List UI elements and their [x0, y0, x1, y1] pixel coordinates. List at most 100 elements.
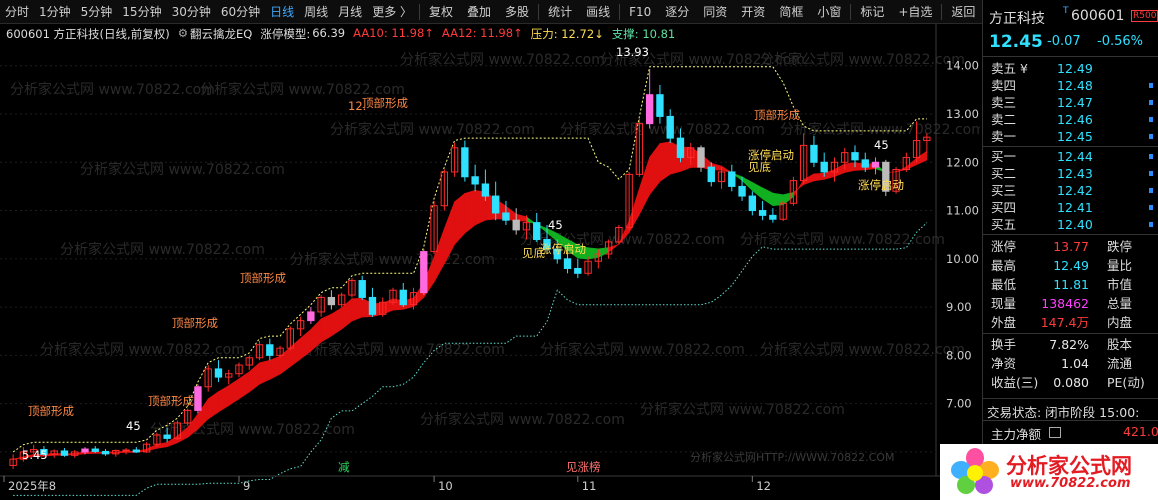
ask-label: 卖二 [991, 112, 1017, 127]
volume-bar [1149, 100, 1153, 105]
indicator-gear-icon[interactable]: ⚙ [178, 26, 188, 42]
candle [656, 85, 664, 124]
net-flow-label: 主力净额 [991, 427, 1042, 442]
toolbar-item-16[interactable]: 逐分 [658, 0, 696, 24]
candle-body [738, 185, 746, 197]
stat-value: 11.81 [1053, 277, 1089, 292]
y-tick-label: 8.00 [946, 348, 972, 362]
r500-badge: R500 [1131, 10, 1158, 22]
y-tick-label: 10.00 [946, 252, 979, 266]
watermark-text: 分析家公式网 www.70822.com [330, 121, 535, 138]
toolbar-item-13[interactable]: 统计 [541, 0, 579, 24]
stock-code: 600601 [1071, 8, 1125, 24]
toolbar-item-11[interactable]: 叠加 [460, 0, 498, 24]
model-value: 66.39 [312, 26, 346, 40]
kline-chart[interactable]: 分析家公式网 www.70822.com 分析家公式网 www.70822.com… [0, 24, 980, 500]
candle-body [60, 450, 69, 456]
toolbar-item-8[interactable]: 月线 [333, 0, 367, 24]
stat-value: 12.49 [1053, 258, 1089, 273]
toolbar-item-22[interactable]: +自选 [891, 0, 939, 24]
toolbar-item-4[interactable]: 30分钟 [167, 0, 216, 24]
stat-row: 涨停 13.77 跌停 [983, 237, 1158, 256]
candle-body [533, 222, 541, 241]
toolbar-item-18[interactable]: 开资 [734, 0, 772, 24]
bid-row[interactable]: 买三 12.42 [983, 182, 1158, 199]
toolbar-item-7[interactable]: 周线 [299, 0, 333, 24]
ask-row[interactable]: 卖一 12.45 [983, 128, 1158, 145]
stat-row: 外盘 147.4万 内盘 [983, 313, 1158, 332]
bid-price: 12.41 [1057, 200, 1093, 215]
annotation-label: 见底 [522, 246, 545, 260]
ma-ribbon-segment [587, 247, 599, 260]
indicator-name[interactable]: 翻云擒龙EQ [190, 26, 252, 42]
toolbar-item-23[interactable]: 返回 [944, 0, 982, 24]
candle-body [851, 152, 859, 161]
ma-ribbon-segment [238, 371, 250, 400]
toolbar-item-15[interactable]: F10 [622, 0, 658, 24]
annotation-label: 45 [126, 419, 141, 433]
annotation-label: 见涨榜 [566, 460, 601, 474]
stat-label: 外盘 [991, 315, 1017, 330]
bid-row[interactable]: 买二 12.43 [983, 165, 1158, 182]
toolbar-item-1[interactable]: 1分钟 [34, 0, 76, 24]
candle-body [307, 311, 315, 322]
candle [245, 355, 253, 370]
toolbar-item-21[interactable]: 标记 [853, 0, 891, 24]
bid-price: 12.43 [1057, 166, 1093, 181]
candle [358, 275, 366, 300]
toolbar-item-14[interactable]: 画线 [579, 0, 617, 24]
toolbar-item-10[interactable]: 复权 [422, 0, 460, 24]
watermark-text: 分析家公式网 www.70822.com [400, 51, 605, 68]
candle [748, 191, 757, 216]
model-label: 涨停模型: [260, 27, 311, 41]
watermark-text: 分析家公式网 www.70822.com [10, 81, 215, 98]
toolbar-item-5[interactable]: 60分钟 [216, 0, 265, 24]
ask-row[interactable]: 卖二 12.46 [983, 111, 1158, 128]
ask-label: 卖一 [991, 129, 1017, 144]
stock-name: 方正科技 [989, 11, 1045, 27]
candle-body [769, 214, 777, 220]
watermark-text: 分析家公式网 www.70822.com [80, 161, 285, 178]
net-flow-icon[interactable] [1049, 427, 1061, 438]
ma-ribbon-segment [382, 298, 394, 315]
candle [368, 287, 377, 317]
ask-row[interactable]: 卖五 ¥ 12.49 [983, 60, 1158, 77]
candle-body [266, 344, 274, 356]
volume-bar [1149, 171, 1153, 176]
toolbar-item-9[interactable]: 更多 〉 [367, 0, 417, 24]
stat-label-right: 流通 [1107, 356, 1133, 371]
toolbar-item-6[interactable]: 日线 [265, 0, 299, 24]
candle-body [471, 176, 479, 185]
bid-row[interactable]: 买四 12.41 [983, 199, 1158, 216]
candle-body [122, 449, 130, 452]
stat-label-right: 股本 [1107, 337, 1133, 352]
ask-row[interactable]: 卖三 12.47 [983, 94, 1158, 111]
toolbar-item-12[interactable]: 多股 [498, 0, 536, 24]
ma-ribbon-segment [259, 359, 271, 385]
toolbar-item-0[interactable]: 分时 [0, 0, 34, 24]
bid-label: 买五 [991, 217, 1017, 232]
stat-value: 7.82% [1049, 337, 1089, 352]
ask-row[interactable]: 卖四 12.48 [983, 77, 1158, 94]
ma-ribbon-segment [248, 362, 260, 393]
stat-label: 现量 [991, 296, 1017, 311]
candle [296, 316, 305, 337]
candle [183, 408, 192, 426]
watermark-text: 分析家公式网 www.70822.com [640, 401, 845, 418]
candle [481, 169, 490, 201]
toolbar-item-19[interactable]: 简框 [772, 0, 810, 24]
bid-row[interactable]: 买五 12.40 [983, 216, 1158, 233]
bid-row[interactable]: 买一 12.44 [983, 148, 1158, 165]
toolbar-item-17[interactable]: 同资 [696, 0, 734, 24]
toolbar-item-20[interactable]: 小窗 [810, 0, 848, 24]
candle-body [666, 115, 674, 139]
candle [440, 169, 449, 211]
x-tick-label: 9 [243, 479, 250, 493]
toolbar-item-3[interactable]: 15分钟 [117, 0, 166, 24]
candle-body [574, 267, 582, 274]
candle [574, 258, 582, 279]
stat-label: 净资 [991, 356, 1017, 371]
toolbar-item-2[interactable]: 5分钟 [76, 0, 118, 24]
watermark-text: 分析家公式网 www.70822.com [560, 121, 765, 138]
watermark-text: 分析家公式网HTTP://WWW.70822.COM [690, 450, 894, 464]
